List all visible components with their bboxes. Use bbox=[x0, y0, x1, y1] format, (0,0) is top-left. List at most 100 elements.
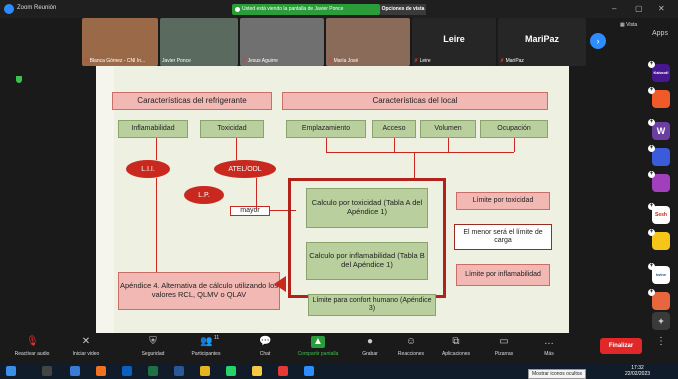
video-label: Iniciar video bbox=[72, 351, 100, 357]
app-icon[interactable]: + bbox=[648, 229, 670, 250]
video-tile[interactable]: Javier Ponce bbox=[160, 18, 238, 66]
view-options-button[interactable]: Opciones de vista ⌄ bbox=[380, 4, 426, 23]
unmute-audio-button[interactable]: 🎙 Reactivar audio bbox=[14, 336, 50, 357]
share-banner-text: Usted está viendo la pantalla de Javier … bbox=[242, 6, 344, 12]
participants-count: 11 bbox=[214, 335, 220, 341]
more-options-icon[interactable]: ⋮ bbox=[656, 336, 666, 347]
muted-mic-icon: ✗ bbox=[328, 58, 333, 64]
plus-icon: + bbox=[648, 119, 655, 126]
toxicity-box: Toxicidad bbox=[200, 120, 264, 138]
app-label: twine bbox=[655, 272, 667, 277]
apps-header: Apps bbox=[652, 30, 668, 37]
opera-icon[interactable] bbox=[278, 366, 288, 376]
record-label: Grabar bbox=[362, 351, 378, 357]
start-video-button[interactable]: ✕ Iniciar video bbox=[68, 336, 104, 357]
firefox-icon[interactable] bbox=[96, 366, 106, 376]
sesh-app-icon[interactable]: + Sesh bbox=[648, 203, 670, 224]
more-button[interactable]: … Más bbox=[538, 336, 560, 357]
next-page-button[interactable]: › bbox=[590, 33, 606, 49]
chat-icon: 💬 bbox=[259, 336, 272, 347]
apps-icon: ⧉ bbox=[452, 336, 460, 347]
app-icon[interactable] bbox=[70, 366, 80, 376]
video-tile[interactable]: ✗ Jesus Aguirre bbox=[240, 18, 324, 66]
chat-button[interactable]: 💬 Chat bbox=[255, 336, 275, 357]
close-button[interactable]: ✕ bbox=[658, 4, 665, 13]
whiteboards-button[interactable]: ▭ Pizarras bbox=[490, 336, 518, 357]
search-icon[interactable] bbox=[42, 366, 52, 376]
lii-oval: L.I.I. bbox=[126, 160, 170, 178]
security-button[interactable]: ⛨ Seguridad bbox=[135, 336, 171, 357]
outlook-icon[interactable] bbox=[122, 366, 132, 376]
app-label: W bbox=[656, 126, 666, 136]
reactions-button[interactable]: ☺ Reacciones bbox=[394, 336, 428, 357]
reactions-label: Reacciones bbox=[397, 351, 425, 357]
minimize-button[interactable]: – bbox=[612, 4, 616, 13]
title-bar: Zoom Reunión Usted está viendo la pantal… bbox=[0, 0, 678, 23]
hidden-icons-tooltip: Mostrar iconos ocultos bbox=[528, 369, 587, 379]
participant-big-name: Leire bbox=[443, 34, 465, 44]
chat-label: Chat bbox=[259, 351, 271, 357]
windows-start-icon[interactable] bbox=[6, 366, 16, 376]
record-button[interactable]: ● Grabar bbox=[358, 336, 382, 357]
local-header: Características del local bbox=[282, 92, 548, 110]
flammability-limit-box: Límite por inflamabilidad bbox=[456, 264, 550, 286]
zoom-taskbar-icon[interactable] bbox=[304, 366, 314, 376]
chevron-right-icon: › bbox=[596, 36, 600, 46]
share-screen-button[interactable]: ▲ Compartir pantalla bbox=[290, 336, 346, 357]
excel-icon[interactable] bbox=[148, 366, 158, 376]
participants-button[interactable]: 👥 Participantes bbox=[186, 336, 226, 357]
end-meeting-button[interactable]: Finalizar bbox=[600, 338, 642, 354]
view-button[interactable]: ▦ Vista bbox=[620, 22, 637, 28]
participant-name: Jesus Aguirre bbox=[247, 58, 278, 64]
app-icon[interactable]: + bbox=[648, 145, 670, 166]
add-app-button[interactable]: + bbox=[652, 312, 670, 330]
apps-button[interactable]: ⧉ Aplicaciones bbox=[436, 336, 476, 357]
app-icon[interactable]: + bbox=[648, 171, 670, 192]
location-box: Emplazamiento bbox=[286, 120, 366, 138]
screen-share-banner: Usted está viendo la pantalla de Javier … bbox=[232, 4, 380, 15]
participant-name: Javier Ponce bbox=[162, 58, 191, 64]
access-box: Acceso bbox=[372, 120, 416, 138]
video-tile[interactable]: MariPaz ✗ MariPaz bbox=[498, 18, 586, 66]
plus-icon: + bbox=[648, 289, 655, 296]
folder-icon[interactable] bbox=[252, 366, 262, 376]
app-icon[interactable]: + W bbox=[648, 119, 670, 140]
participants-label: Participantes bbox=[191, 351, 221, 357]
plus-icon: + bbox=[648, 171, 655, 178]
video-off-icon: ✕ bbox=[81, 336, 91, 347]
kahoot-app-icon[interactable]: + Kahoot! bbox=[648, 61, 670, 82]
occupation-box: Ocupación bbox=[480, 120, 548, 138]
view-label: Vista bbox=[626, 22, 638, 28]
comfort-limit-box: Límite para confort humano (Apéndice 3) bbox=[308, 294, 436, 316]
muted-mic-icon: ✗ bbox=[414, 58, 419, 64]
restore-button[interactable]: ▢ bbox=[635, 4, 643, 13]
video-tile[interactable]: ✗ Blanca Gómez - CNI In... bbox=[82, 18, 158, 66]
word-icon[interactable] bbox=[174, 366, 184, 376]
whiteboards-label: Pizarras bbox=[494, 351, 514, 357]
lp-oval: L.P. bbox=[184, 186, 224, 204]
reactions-icon: ☺ bbox=[405, 336, 417, 347]
apps-label: Aplicaciones bbox=[441, 351, 471, 357]
chrome-icon[interactable] bbox=[200, 366, 210, 376]
participant-name: Leire bbox=[419, 58, 431, 64]
video-tile[interactable]: ✗ María José bbox=[326, 18, 410, 66]
atel-odl-oval: ATEL/ODL bbox=[214, 160, 276, 178]
app-icon[interactable]: + bbox=[648, 87, 670, 108]
arrow-left-icon bbox=[274, 276, 286, 292]
plus-icon: + bbox=[648, 145, 655, 152]
app-label: Sesh bbox=[655, 212, 667, 218]
app-icon[interactable]: + bbox=[648, 289, 670, 310]
clock[interactable]: 17:32 22/02/2023 bbox=[625, 365, 650, 377]
toxicity-limit-box: Límite por toxicidad bbox=[456, 192, 550, 210]
flammability-calc-box: Calculo por inflamabilidad (Tabla B del … bbox=[306, 242, 428, 280]
flammability-box: Inflamabilidad bbox=[118, 120, 188, 138]
muted-mic-icon: ✗ bbox=[242, 58, 247, 64]
whatsapp-icon[interactable] bbox=[226, 366, 236, 376]
twine-app-icon[interactable]: + twine bbox=[648, 263, 670, 284]
video-tile[interactable]: Leire ✗ Leire bbox=[412, 18, 496, 66]
participants-icon: 👥 bbox=[200, 336, 213, 347]
toxicity-calc-box: Calculo por toxicidad (Tabla A del Apénd… bbox=[306, 188, 428, 228]
more-icon: … bbox=[544, 336, 554, 347]
mayor-label: mayor bbox=[230, 206, 270, 216]
shared-slide: Características del refrigerante Caracte… bbox=[96, 66, 569, 336]
